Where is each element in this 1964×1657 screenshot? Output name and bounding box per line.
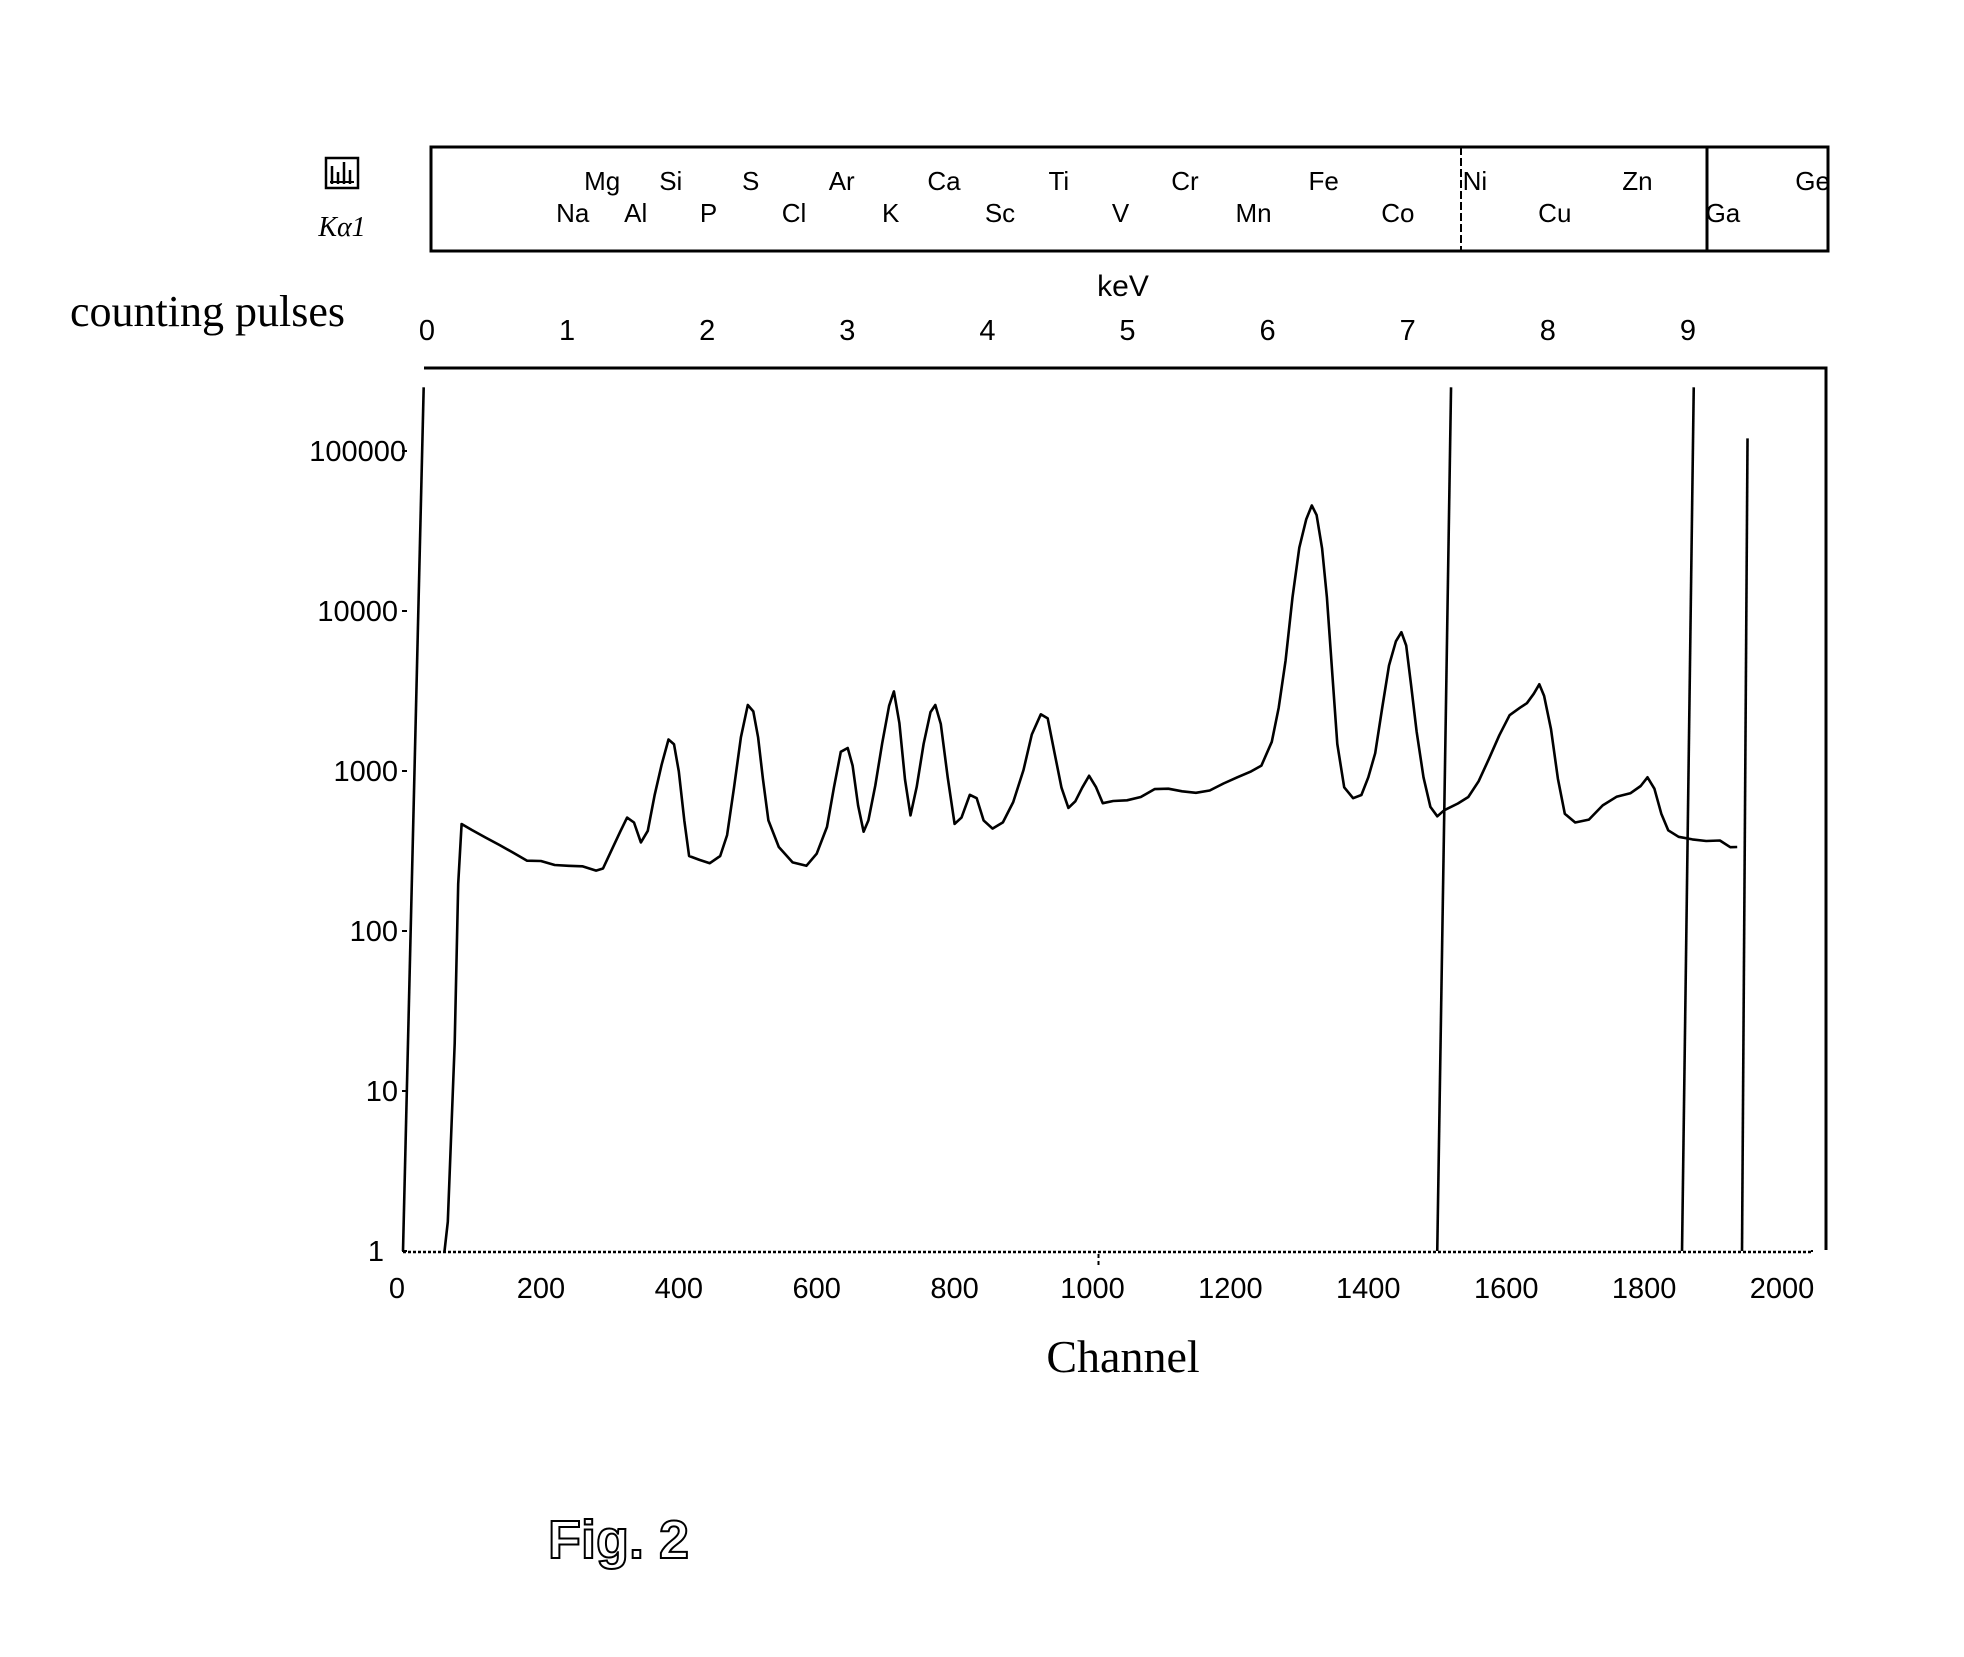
y-tick-label: 10	[366, 1076, 398, 1108]
spectrum-vertical-line	[1435, 387, 1453, 1252]
x-tick-label: 1200	[1198, 1273, 1263, 1305]
element-label: Ca	[927, 166, 961, 196]
element-label: Ga	[1706, 198, 1741, 228]
element-label: Mg	[584, 166, 620, 196]
spectrum-vertical-line	[401, 387, 425, 1252]
x-tick-labels: 0 200 400 600 800 1000 1200 1400 1600 1800 2000	[389, 1254, 1814, 1305]
legend-label: Kα1	[317, 212, 365, 243]
x2-tick-label: 3	[839, 315, 855, 347]
x2-tick-label: 0	[419, 315, 435, 347]
element-label: Cu	[1538, 198, 1571, 228]
x2-axis-label: keV	[1097, 270, 1149, 303]
figure-caption: Fig. 2	[548, 1510, 689, 1570]
x-tick-label: 2000	[1750, 1273, 1815, 1305]
x2-tick-label: 2	[699, 315, 715, 347]
element-label: Cr	[1171, 166, 1199, 196]
x-tick-label: 600	[793, 1273, 841, 1305]
x2-tick-label: 9	[1680, 315, 1696, 347]
element-label: Cl	[782, 198, 807, 228]
x2-tick-label: 7	[1400, 315, 1416, 347]
y-tick-label: 10000	[317, 596, 398, 628]
x2-tick-label: 4	[979, 315, 995, 347]
y-axis-label: counting pulses	[70, 287, 345, 336]
element-label: Si	[659, 166, 682, 196]
element-label: Na	[556, 198, 590, 228]
x2-tick-labels: 0 1 2 3 4 5 6 7 8 9	[419, 315, 1696, 347]
x-tick-label: 200	[517, 1273, 565, 1305]
y-tick-label: 100000	[309, 436, 406, 468]
y-tick-label: 100	[350, 916, 398, 948]
x2-tick-label: 5	[1119, 315, 1135, 347]
element-label: S	[742, 166, 759, 196]
element-label: Ar	[829, 166, 855, 196]
x-tick-label: 800	[930, 1273, 978, 1305]
legend-icon	[324, 156, 360, 190]
x2-tick-label: 1	[559, 315, 575, 347]
element-markers-bottom: Na Al P Cl K Sc V Mn Co Cu Ga	[556, 198, 1741, 228]
element-label: Ni	[1463, 166, 1488, 196]
spectrum-vertical-line	[1740, 438, 1749, 1252]
x-tick-label: 1400	[1336, 1273, 1401, 1305]
spectrum-vertical-line	[1680, 387, 1696, 1252]
element-markers-top: Mg Si S Ar Ca Ti Cr Fe Ni Zn Ge	[584, 166, 1830, 196]
y-tick-labels: 1 10 100 1000 10000 100000	[309, 436, 407, 1268]
x-tick-label: 1000	[1060, 1273, 1125, 1305]
y-tick-label: 1	[368, 1236, 384, 1268]
spectrum-line	[443, 504, 1738, 1253]
element-label: Mn	[1236, 198, 1272, 228]
vertical-lines	[401, 387, 1749, 1252]
x2-tick-label: 8	[1540, 315, 1556, 347]
xrf-spectrum-chart: Kα1 Mg Si S Ar Ca Ti Cr Fe Ni Zn Ge Na Al P Cl K Sc V Mn C…	[70, 145, 1830, 1571]
element-label: Ti	[1048, 166, 1069, 196]
element-label: Co	[1381, 198, 1414, 228]
x2-tick-label: 6	[1260, 315, 1276, 347]
y-tick-label: 1000	[333, 756, 398, 788]
element-label: K	[882, 198, 900, 228]
element-label: Sc	[985, 198, 1015, 228]
element-label: V	[1112, 198, 1130, 228]
element-label: Ge	[1795, 166, 1830, 196]
element-label: Zn	[1622, 166, 1652, 196]
x-axis-label: Channel	[1046, 1331, 1199, 1382]
x-tick-label: 1600	[1474, 1273, 1539, 1305]
element-label: Fe	[1308, 166, 1338, 196]
element-label: Al	[624, 198, 647, 228]
element-label: P	[700, 198, 717, 228]
x-tick-label: 1800	[1612, 1273, 1677, 1305]
x-tick-label: 0	[389, 1273, 405, 1305]
plot-frame-top-right	[424, 366, 1828, 1250]
x-tick-label: 400	[655, 1273, 703, 1305]
